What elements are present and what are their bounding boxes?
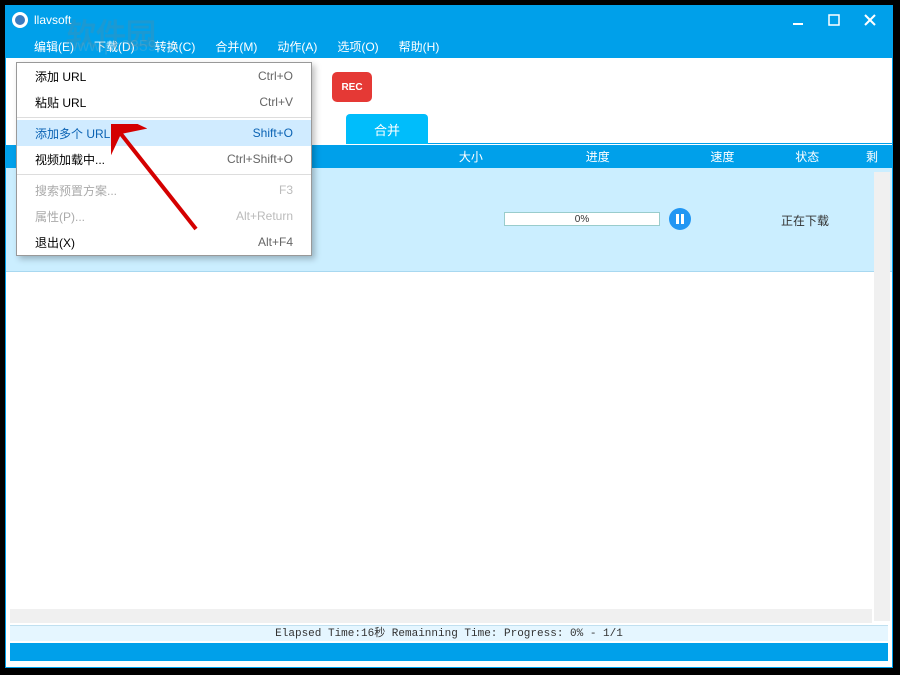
window-title: llavsoft <box>34 13 71 27</box>
menu-options[interactable]: 选项(O) <box>327 38 388 55</box>
menubar: 编辑(E) 下载(D) 转换(C) 合并(M) 动作(A) 选项(O) 帮助(H… <box>6 34 892 58</box>
col-status[interactable]: 状态 <box>762 145 852 168</box>
app-window: llavsoft 软件园 www.pc0359.cn 编辑(E) 下载(D) 转… <box>5 5 893 668</box>
progress-bar: 0% <box>504 212 660 226</box>
footer-strip <box>10 643 888 661</box>
maximize-button[interactable] <box>816 6 852 34</box>
menu-edit[interactable]: 编辑(E) <box>24 38 84 55</box>
menu-item-video-loading[interactable]: 视频加载中... Ctrl+Shift+O <box>17 146 311 172</box>
menu-merge[interactable]: 合并(M) <box>205 38 267 55</box>
menu-item-properties: 属性(P)... Alt+Return <box>17 203 311 229</box>
menu-separator <box>17 117 311 118</box>
record-label: REC <box>341 82 362 93</box>
col-remain[interactable]: 剩 <box>852 145 892 168</box>
menu-convert[interactable]: 转换(C) <box>145 38 206 55</box>
app-icon <box>12 12 28 28</box>
minimize-button[interactable] <box>780 6 816 34</box>
tab-merge-label: 合并 <box>374 120 400 139</box>
file-menu-dropdown: 添加 URL Ctrl+O 粘贴 URL Ctrl+V 添加多个 URL Shi… <box>16 62 312 256</box>
menu-help[interactable]: 帮助(H) <box>389 38 450 55</box>
titlebar: llavsoft <box>6 6 892 34</box>
col-progress[interactable]: 进度 <box>513 145 683 168</box>
pause-button[interactable] <box>669 208 691 230</box>
menu-item-exit[interactable]: 退出(X) Alt+F4 <box>17 229 311 255</box>
menu-item-paste-url[interactable]: 粘贴 URL Ctrl+V <box>17 89 311 115</box>
menu-download[interactable]: 下载(D) <box>84 38 145 55</box>
menu-action[interactable]: 动作(A) <box>267 38 327 55</box>
close-button[interactable] <box>852 6 888 34</box>
status-bar: Elapsed Time:16秒 Remainning Time: Progre… <box>10 625 888 641</box>
record-button[interactable]: REC <box>332 72 372 102</box>
menu-separator <box>17 174 311 175</box>
row-status: 正在下载 <box>781 212 829 229</box>
tab-merge[interactable]: 合并 <box>346 114 428 144</box>
menu-item-add-multiple-url[interactable]: 添加多个 URL Shift+O <box>17 120 311 146</box>
progress-text: 0% <box>575 214 589 225</box>
horizontal-scrollbar[interactable] <box>10 609 872 623</box>
menu-item-search-preset: 搜索预置方案... F3 <box>17 177 311 203</box>
menu-item-add-url[interactable]: 添加 URL Ctrl+O <box>17 63 311 89</box>
col-speed[interactable]: 速度 <box>683 145 763 168</box>
vertical-scrollbar[interactable] <box>874 172 890 621</box>
window-controls <box>780 6 888 34</box>
